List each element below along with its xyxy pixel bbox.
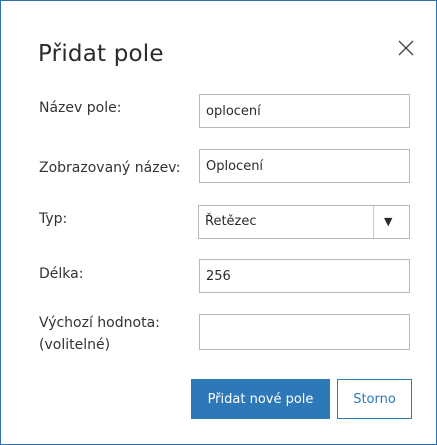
dialog-title: Přidat pole <box>38 41 164 67</box>
display-name-label: Zobrazovaný název: <box>39 160 181 176</box>
default-value-label: Výchozí hodnota: <box>39 315 160 331</box>
length-label: Délka: <box>39 266 84 282</box>
type-select-value: Řetězec <box>205 214 257 229</box>
length-input[interactable] <box>199 259 410 293</box>
close-icon[interactable] <box>396 38 416 58</box>
display-name-input[interactable] <box>199 149 410 183</box>
add-field-button[interactable]: Přidat nové pole <box>191 379 330 419</box>
add-field-dialog: Přidat pole Název pole: Zobrazovaný náze… <box>0 0 437 445</box>
field-name-label: Název pole: <box>39 100 122 116</box>
default-value-input[interactable] <box>199 314 410 350</box>
type-select[interactable]: Řetězec ▼ <box>198 205 410 239</box>
field-name-input[interactable] <box>199 94 410 128</box>
select-divider <box>373 206 374 238</box>
type-label: Typ: <box>39 211 68 227</box>
default-value-optional-label: (volitelné) <box>39 337 111 353</box>
cancel-button[interactable]: Storno <box>337 379 412 419</box>
chevron-down-icon: ▼ <box>384 215 393 228</box>
